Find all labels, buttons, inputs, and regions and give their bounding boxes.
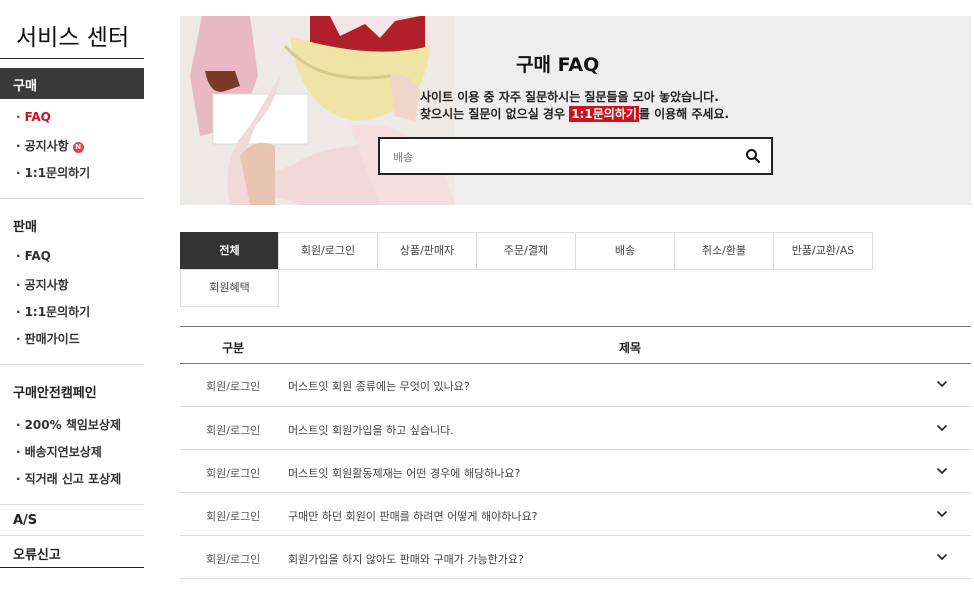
- search-icon[interactable]: [745, 148, 761, 164]
- sidebar-section-as[interactable]: A/S: [13, 513, 37, 528]
- faq-search-box: [378, 137, 773, 175]
- sidebar-item-sales-guide[interactable]: · 판매가이드: [16, 330, 80, 347]
- sidebar-item-purchase-faq[interactable]: · FAQ: [16, 110, 51, 124]
- divider: [0, 504, 144, 505]
- row-title[interactable]: 머스트잇 회원활동제재는 어떤 경우에 해당하나요?: [288, 465, 520, 481]
- row-title[interactable]: 회원가입을 하지 않아도 판매와 구매가 가능한가요?: [288, 551, 524, 567]
- table-top-rule: [180, 326, 971, 327]
- row-category: 회원/로그인: [206, 424, 261, 437]
- faq-search-input[interactable]: [393, 147, 733, 167]
- divider: [0, 364, 144, 365]
- chevron-down-icon[interactable]: [936, 380, 948, 388]
- faq-banner: 구매 FAQ 사이트 이용 중 자주 질문하시는 질문들을 모아 놓았습니다. …: [180, 16, 971, 205]
- chevron-down-icon[interactable]: [936, 467, 948, 475]
- chevron-down-icon[interactable]: [936, 510, 948, 518]
- divider: [180, 449, 971, 450]
- sidebar: 서비스 센터 구매 · FAQ · 공지사항 N · 1:1문의하기 판매 · FAQ ·…: [0, 0, 144, 591]
- row-title[interactable]: 머스트잇 회원 종류에는 무엇이 있나요?: [288, 378, 470, 394]
- tab-member-login[interactable]: 회원/로그인: [278, 232, 378, 270]
- chevron-down-icon[interactable]: [936, 553, 948, 561]
- banner-description-line2: 찾으시는 질문이 없으실 경우 1:1문의하기 를 이용해 주세요.: [420, 106, 730, 122]
- sidebar-item-sales-faq[interactable]: · FAQ: [16, 249, 51, 263]
- new-badge-icon: N: [72, 142, 84, 153]
- sidebar-item-purchase-inquiry[interactable]: · 1:1문의하기: [16, 164, 90, 181]
- sidebar-section-safety-campaign[interactable]: 구매안전캠페인: [13, 382, 97, 401]
- page-title: 구매 FAQ: [516, 54, 600, 76]
- divider: [180, 492, 971, 493]
- sidebar-title: 서비스 센터: [16, 25, 130, 51]
- row-title[interactable]: 구매만 하던 회원이 판매를 하려면 어떻게 해야하나요?: [288, 508, 537, 524]
- tab-return-exchange-as[interactable]: 반품/교환/AS: [773, 232, 873, 270]
- divider: [0, 535, 144, 536]
- sidebar-section-purchase[interactable]: 구매: [0, 68, 144, 99]
- service-center-page: 서비스 센터 구매 · FAQ · 공지사항 N · 1:1문의하기 판매 · FAQ ·…: [0, 0, 974, 591]
- sidebar-item-sales-notice[interactable]: · 공지사항: [16, 276, 69, 293]
- tab-product-seller[interactable]: 상품/판매자: [377, 232, 477, 270]
- divider: [180, 578, 971, 579]
- sidebar-item-delay-compensation[interactable]: · 배송지연보상제: [16, 443, 102, 460]
- chevron-down-icon[interactable]: [936, 424, 948, 432]
- column-header-category: 구분: [222, 341, 245, 355]
- banner-model-photo: [180, 16, 455, 205]
- banner-description-line1: 사이트 이용 중 자주 질문하시는 질문들을 모아 놓았습니다.: [420, 90, 719, 104]
- row-category: 회원/로그인: [206, 380, 261, 393]
- row-category: 회원/로그인: [206, 553, 261, 566]
- tab-all[interactable]: 전체: [180, 232, 279, 270]
- divider: [0, 58, 144, 59]
- sidebar-section-error-report[interactable]: 오류신고: [13, 544, 61, 563]
- tab-order-payment[interactable]: 주문/결제: [476, 232, 576, 270]
- divider: [180, 535, 971, 536]
- sidebar-item-direct-deal-report[interactable]: · 직거래 신고 포상제: [16, 470, 121, 487]
- inquiry-link[interactable]: 1:1문의하기: [569, 106, 639, 122]
- row-title[interactable]: 머스트잇 회원가입을 하고 싶습니다.: [288, 422, 454, 438]
- sidebar-item-purchase-notice[interactable]: · 공지사항 N: [16, 137, 84, 154]
- column-header-title: 제목: [619, 341, 642, 355]
- row-category: 회원/로그인: [206, 510, 261, 523]
- sidebar-section-sales[interactable]: 판매: [13, 216, 37, 235]
- sidebar-item-compensation-200[interactable]: · 200% 책임보상제: [16, 416, 121, 433]
- table-header-rule: [180, 363, 971, 364]
- tab-shipping[interactable]: 배송: [575, 232, 675, 270]
- row-category: 회원/로그인: [206, 467, 261, 480]
- tab-cancel-refund[interactable]: 취소/환불: [674, 232, 774, 270]
- sidebar-item-sales-inquiry[interactable]: · 1:1문의하기: [16, 303, 90, 320]
- divider: [0, 198, 144, 199]
- divider: [180, 406, 971, 407]
- divider: [0, 567, 144, 568]
- tab-member-benefits[interactable]: 회원혜택: [180, 269, 279, 307]
